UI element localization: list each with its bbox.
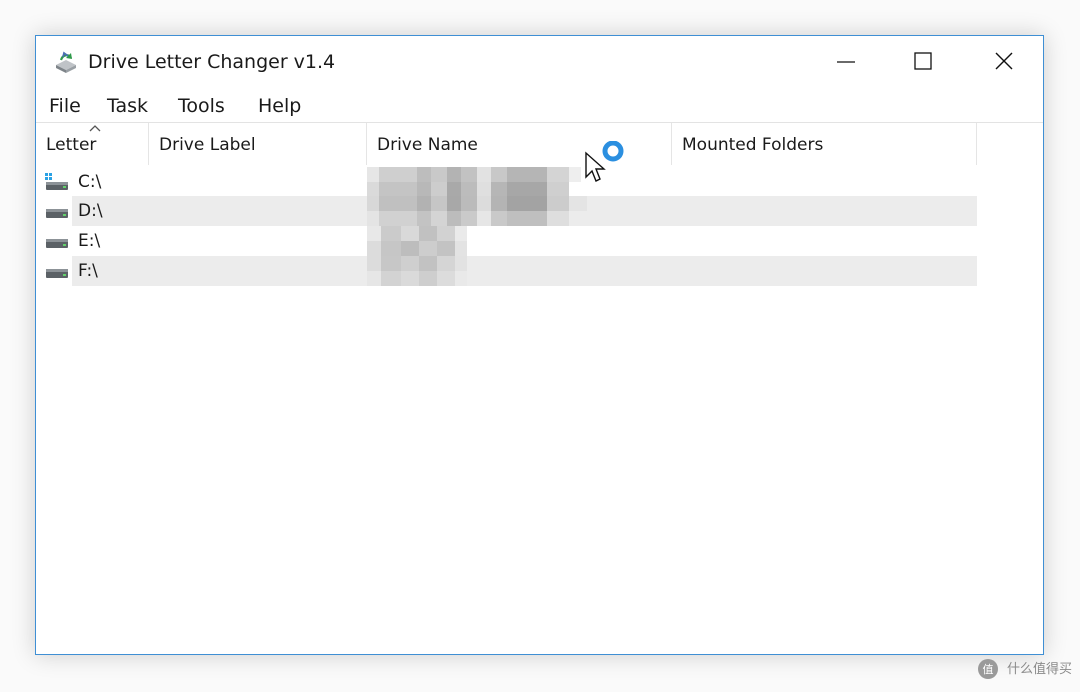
- minimize-icon: [837, 61, 855, 63]
- table-row[interactable]: D:\: [36, 196, 977, 226]
- row-highlight: [72, 256, 977, 286]
- column-header-letter-label: Letter: [46, 135, 97, 155]
- column-header-mounted-folders[interactable]: Mounted Folders: [672, 123, 977, 165]
- svg-text:值: 值: [982, 663, 993, 676]
- table-row[interactable]: C:\: [36, 167, 976, 197]
- hard-drive-icon: [46, 269, 68, 278]
- list-header: Letter Drive Label Drive Name Mounted Fo…: [36, 123, 977, 165]
- desktop-background: Drive Letter Changer v1.4 File Task Tool…: [0, 0, 1080, 692]
- app-drive-icon: [56, 51, 76, 73]
- windows-system-drive-icon: [45, 173, 68, 190]
- column-header-mounted-folders-text: Mounted Folders: [682, 135, 824, 155]
- busy-cursor-icon: [585, 141, 624, 182]
- maximize-icon: [914, 52, 932, 70]
- zhidemai-logo-icon: 值: [977, 659, 998, 679]
- sort-up-arrow-icon: [89, 125, 101, 132]
- hard-drive-icon: [46, 239, 68, 248]
- drive-letter: C:\: [78, 172, 102, 192]
- column-header-drive-name-text: Drive Name: [377, 135, 478, 155]
- maximize-button[interactable]: [900, 36, 946, 86]
- menu-help[interactable]: Help: [258, 93, 301, 119]
- table-row[interactable]: F:\: [36, 256, 977, 286]
- menu-tools[interactable]: Tools: [178, 93, 225, 119]
- menu-task[interactable]: Task: [107, 93, 148, 119]
- column-header-drive-label-text: Drive Label: [159, 135, 256, 155]
- table-row[interactable]: E:\: [36, 226, 976, 256]
- column-header-drive-label[interactable]: Drive Label: [149, 123, 367, 165]
- watermark: 值 什么值得买: [977, 658, 1072, 681]
- drive-letter: F:\: [78, 261, 98, 281]
- title-bar[interactable]: Drive Letter Changer v1.4: [36, 36, 1043, 88]
- menu-file[interactable]: File: [49, 93, 81, 119]
- drive-letter: E:\: [78, 231, 101, 251]
- column-header-letter[interactable]: Letter: [36, 123, 149, 165]
- column-header-drive-name[interactable]: Drive Name: [367, 123, 672, 165]
- close-button[interactable]: [981, 36, 1027, 86]
- window-title: Drive Letter Changer v1.4: [88, 51, 336, 73]
- menu-bar: File Task Tools Help: [36, 90, 1043, 122]
- hard-drive-icon: [46, 209, 68, 218]
- app-window: Drive Letter Changer v1.4 File Task Tool…: [35, 35, 1044, 655]
- close-icon: [995, 52, 1013, 70]
- drive-letter: D:\: [78, 201, 103, 221]
- watermark-text: 什么值得买: [1006, 661, 1072, 677]
- minimize-button[interactable]: [823, 36, 869, 86]
- drive-list[interactable]: Letter Drive Label Drive Name Mounted Fo…: [36, 122, 1043, 655]
